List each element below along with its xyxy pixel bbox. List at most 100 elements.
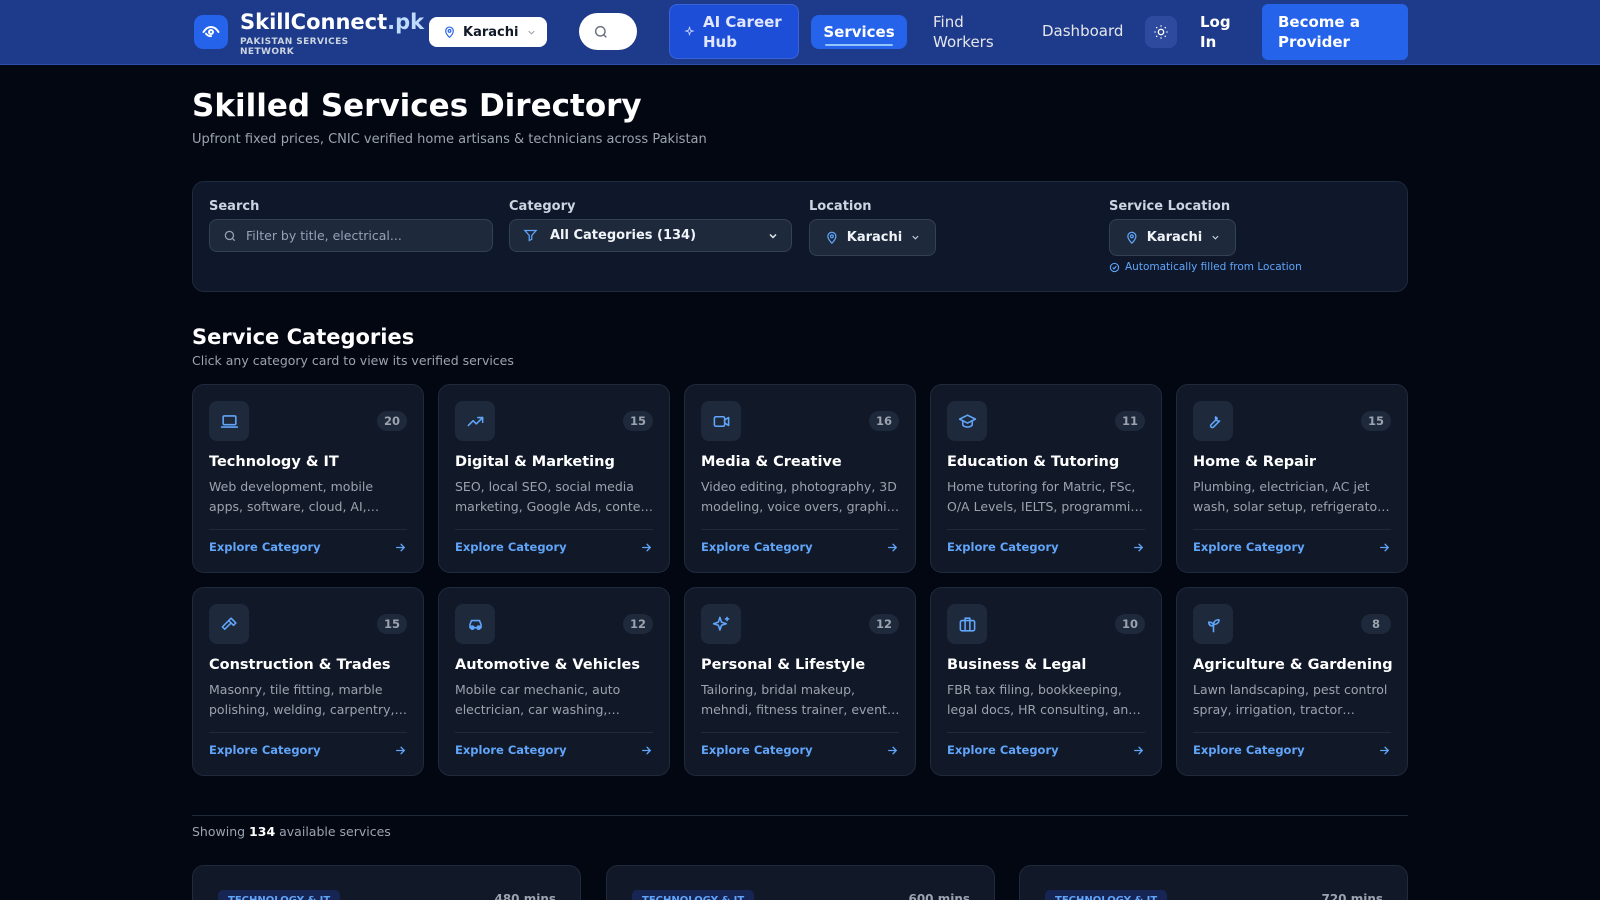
wrench-icon xyxy=(1209,415,1220,428)
arrow-right-icon[interactable] xyxy=(1132,744,1145,757)
service-card[interactable]: TECHNOLOGY & IT 720 mins xyxy=(1019,865,1408,900)
categories-subtitle: Click any category card to view its veri… xyxy=(192,353,514,368)
category-name: Construction & Trades xyxy=(209,657,391,673)
showing-prefix: Showing xyxy=(192,824,246,839)
explore-category-link[interactable]: Explore Category xyxy=(947,540,1059,554)
category-description: Mobile car mechanic, auto electrician, c… xyxy=(455,682,621,717)
category-card[interactable]: 15 Construction & Trades Masonry, tile fit… xyxy=(192,587,424,776)
explore-category-link[interactable]: Explore Category xyxy=(455,540,567,554)
city-selector-label: Karachi xyxy=(463,24,519,40)
category-description: Web development, mobile apps, software, … xyxy=(209,479,374,514)
category-description: Masonry, tile fitting, marble polishing,… xyxy=(209,682,395,717)
category-description: Plumbing, electrician, AC jet wash, sola… xyxy=(1193,479,1383,514)
map-pin-icon xyxy=(1127,231,1137,244)
card-divider xyxy=(947,529,1145,530)
trending-up-icon xyxy=(467,416,483,426)
category-name: Business & Legal xyxy=(947,657,1087,673)
theme-toggle-button[interactable] xyxy=(1145,16,1177,48)
category-card[interactable]: 12 Personal & Lifestyle Tailoring, bridal … xyxy=(684,587,916,776)
page-subtitle: Upfront fixed prices, CNIC verified home… xyxy=(192,132,707,147)
service-duration: 600 mins xyxy=(908,892,970,900)
brand-tagline: PAKISTAN SERVICES NETWORK xyxy=(240,37,349,57)
sprout-icon xyxy=(1207,618,1220,632)
search-field[interactable] xyxy=(209,219,493,252)
arrow-right-icon[interactable] xyxy=(394,744,407,757)
laptop-icon xyxy=(220,414,238,428)
location-select[interactable]: Karachi xyxy=(809,219,936,256)
auto-filled-note: Automatically filled from Location xyxy=(1109,261,1302,273)
category-card[interactable]: 15 Digital & Marketing SEO, local SEO, soc… xyxy=(438,384,670,573)
category-card[interactable]: 10 Business & Legal FBR tax filing, bookke… xyxy=(930,587,1162,776)
arrow-right-icon[interactable] xyxy=(1132,541,1145,554)
category-icon-box xyxy=(701,401,741,441)
city-selector[interactable]: Karachi xyxy=(429,17,547,47)
category-count-badge: 10 xyxy=(1114,614,1145,634)
category-icon-box xyxy=(209,401,249,441)
arrow-right-icon[interactable] xyxy=(640,541,653,554)
service-location-select-value: Karachi xyxy=(1146,230,1203,245)
hammer-icon xyxy=(221,616,237,630)
category-card[interactable]: 8 Agriculture & Gardening Lawn landscaping… xyxy=(1176,587,1408,776)
category-icon-box xyxy=(947,604,987,644)
category-card[interactable]: 15 Home & Repair Plumbing, electrician, AC… xyxy=(1176,384,1408,573)
service-location-select[interactable]: Karachi xyxy=(1109,219,1236,256)
location-label: Location xyxy=(809,199,872,214)
explore-category-link[interactable]: Explore Category xyxy=(701,540,813,554)
category-count-badge: 20 xyxy=(376,411,407,431)
category-count-badge: 11 xyxy=(1114,411,1145,431)
service-card[interactable]: TECHNOLOGY & IT 480 mins xyxy=(192,865,581,900)
category-name: Home & Repair xyxy=(1193,454,1317,470)
sparkles-icon xyxy=(712,616,729,631)
login-link[interactable]: Log In xyxy=(1200,12,1240,52)
category-description: SEO, local SEO, social media marketing, … xyxy=(455,479,654,514)
ai-career-hub-link[interactable]: AI Career Hub xyxy=(669,4,799,59)
category-select-value: All Categories (134) xyxy=(550,228,697,243)
category-name: Personal & Lifestyle xyxy=(701,657,866,673)
become-provider-button[interactable]: Become a Provider xyxy=(1262,4,1408,60)
explore-category-link[interactable]: Explore Category xyxy=(1193,540,1305,554)
category-card[interactable]: 16 Media & Creative Video editing, photogr… xyxy=(684,384,916,573)
brand-name[interactable]: SkillConnect.pk xyxy=(240,10,424,34)
arrow-right-icon[interactable] xyxy=(886,744,899,757)
category-card[interactable]: 20 Technology & IT Web development, mobile… xyxy=(192,384,424,573)
category-name: Agriculture & Gardening xyxy=(1193,657,1393,673)
category-icon-box xyxy=(455,604,495,644)
arrow-right-icon[interactable] xyxy=(640,744,653,757)
category-icon-box xyxy=(1193,401,1233,441)
nav-dashboard-link[interactable]: Dashboard xyxy=(1042,22,1123,40)
categories-title: Service Categories xyxy=(192,325,415,349)
arrow-right-icon[interactable] xyxy=(1378,744,1391,757)
logo-eye-icon[interactable] xyxy=(194,15,228,49)
nav-search-button[interactable] xyxy=(579,13,637,50)
explore-category-link[interactable]: Explore Category xyxy=(1193,743,1305,757)
category-card[interactable]: 11 Education & Tutoring Home tutoring for … xyxy=(930,384,1162,573)
search-icon xyxy=(224,230,236,241)
explore-category-link[interactable]: Explore Category xyxy=(947,743,1059,757)
card-divider xyxy=(455,732,653,733)
explore-category-link[interactable]: Explore Category xyxy=(209,540,321,554)
graduation-cap-icon xyxy=(958,413,976,428)
video-camera-icon xyxy=(713,415,729,427)
category-card[interactable]: 12 Automotive & Vehicles Mobile car mechan… xyxy=(438,587,670,776)
showing-suffix: available services xyxy=(279,824,391,839)
category-icon-box xyxy=(701,604,741,644)
arrow-right-icon[interactable] xyxy=(1378,541,1391,554)
check-circle-icon xyxy=(1109,262,1120,272)
card-divider xyxy=(701,529,899,530)
chevron-down-icon xyxy=(769,233,777,239)
arrow-right-icon[interactable] xyxy=(886,541,899,554)
nav-find-workers-link[interactable]: Find Workers xyxy=(933,12,1003,52)
card-divider xyxy=(209,732,407,733)
card-divider xyxy=(1193,732,1391,733)
results-count: 134 xyxy=(249,824,276,839)
nav-services-tab[interactable]: Services xyxy=(811,15,907,49)
brand-tld: .pk xyxy=(387,10,425,34)
explore-category-link[interactable]: Explore Category xyxy=(701,743,813,757)
category-description: FBR tax filing, bookkeeping, legal docs,… xyxy=(947,682,1137,717)
explore-category-link[interactable]: Explore Category xyxy=(209,743,321,757)
arrow-right-icon[interactable] xyxy=(394,541,407,554)
explore-category-link[interactable]: Explore Category xyxy=(455,743,567,757)
search-input[interactable] xyxy=(246,228,476,243)
category-select[interactable]: All Categories (134) xyxy=(509,219,792,252)
service-card[interactable]: TECHNOLOGY & IT 600 mins xyxy=(606,865,995,900)
